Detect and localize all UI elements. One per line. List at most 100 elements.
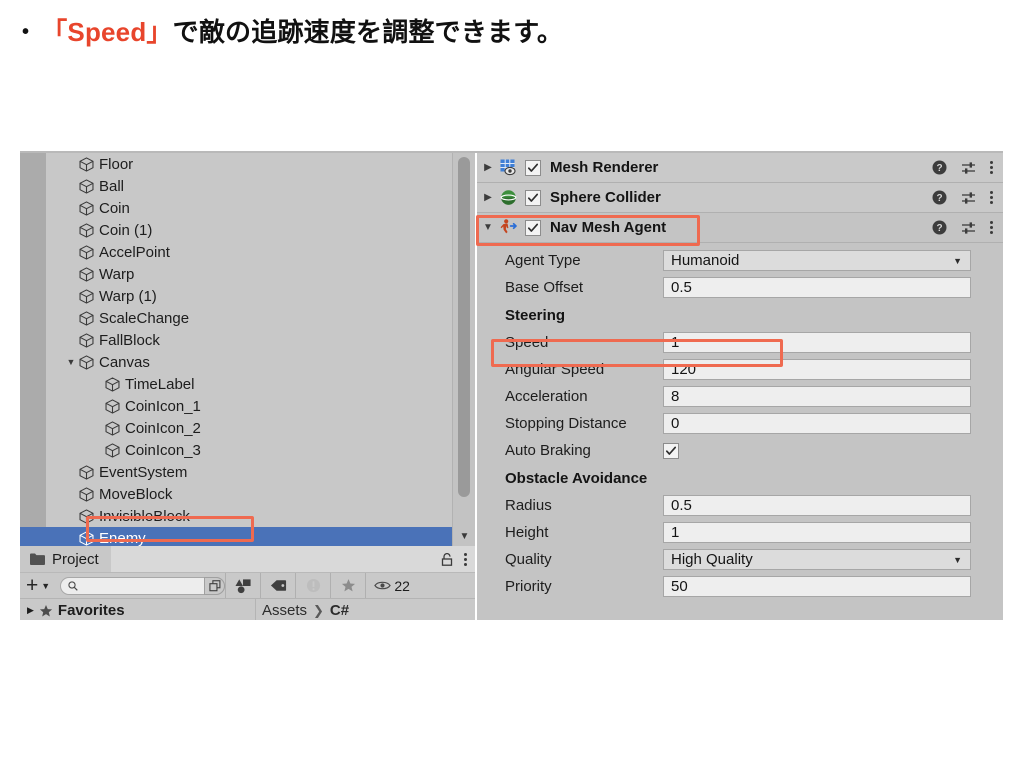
property-input[interactable]: 0 — [663, 413, 971, 434]
component-enabled-checkbox[interactable] — [525, 189, 541, 206]
cube-icon — [79, 464, 94, 480]
nav-mesh-agent-properties: Agent Type Humanoid ▼ Base Offset 0.5 Ste… — [477, 243, 1003, 600]
property-checkbox[interactable] — [663, 442, 679, 459]
chevron-down-icon[interactable]: ▼ — [64, 357, 78, 367]
property-label: Auto Braking — [505, 442, 591, 459]
hierarchy-item[interactable]: ScaleChange — [46, 307, 452, 329]
cube-icon — [79, 354, 94, 370]
hierarchy-item[interactable]: Warp — [46, 263, 452, 285]
visible-assets-count: 22 — [394, 577, 410, 594]
hierarchy-panel[interactable]: Floor Ball Coin Coin (1) AccelPoint Warp… — [20, 153, 475, 546]
component-enabled-checkbox[interactable] — [525, 219, 541, 236]
chevron-right-icon[interactable]: ▶ — [27, 605, 34, 616]
hierarchy-item[interactable]: CoinIcon_3 — [46, 439, 452, 461]
component-enabled-checkbox[interactable] — [525, 159, 541, 176]
property-dropdown[interactable]: Humanoid ▼ — [663, 250, 971, 271]
tab-project[interactable]: Project — [20, 546, 111, 572]
hierarchy-item-label: ScaleChange — [99, 309, 190, 327]
cube-icon — [79, 530, 94, 546]
component-menu-kebab-icon[interactable] — [990, 161, 993, 174]
eye-icon — [374, 581, 392, 590]
obstacle-avoidance-rows: Radius 0.5 Height 1 Quality High Quality ▼… — [477, 492, 1003, 600]
hierarchy-item[interactable]: EventSystem — [46, 461, 452, 483]
hierarchy-item[interactable]: Ball — [46, 175, 452, 197]
svg-text:?: ? — [936, 163, 942, 174]
component-title: Nav Mesh Agent — [550, 219, 667, 236]
nav-mesh-agent-basic-rows: Agent Type Humanoid ▼ Base Offset 0.5 — [477, 247, 1003, 301]
property-row-quality: Quality High Quality ▼ — [477, 546, 1003, 573]
hierarchy-item[interactable]: TimeLabel — [46, 373, 452, 395]
cube-icon — [79, 200, 94, 216]
component-header-mesh-renderer[interactable]: ▶ Mesh Renderer ? — [477, 153, 1003, 183]
hierarchy-item[interactable]: MoveBlock — [46, 483, 452, 505]
hierarchy-item[interactable]: CoinIcon_2 — [46, 417, 452, 439]
preset-sliders-icon[interactable] — [961, 191, 976, 205]
help-icon[interactable]: ? — [932, 190, 947, 205]
help-icon[interactable]: ? — [932, 160, 947, 175]
property-dropdown[interactable]: High Quality ▼ — [663, 549, 971, 570]
hierarchy-item[interactable]: Coin (1) — [46, 219, 452, 241]
favorites-filter-button[interactable] — [331, 573, 365, 599]
hierarchy-item[interactable]: FallBlock — [46, 329, 452, 351]
cube-icon — [79, 310, 94, 326]
visible-assets-counter[interactable]: 22 — [366, 573, 418, 599]
preset-sliders-icon[interactable] — [961, 161, 976, 175]
scroll-down-arrow-icon[interactable]: ▼ — [453, 526, 475, 546]
component-header-sphere-collider[interactable]: ▶ Sphere Collider ? — [477, 183, 1003, 213]
hierarchy-scrollbar[interactable]: ▼ — [452, 153, 475, 546]
property-input[interactable]: 50 — [663, 576, 971, 597]
property-input[interactable]: 120 — [663, 359, 971, 380]
chevron-right-icon[interactable]: ▶ — [477, 162, 499, 173]
property-input[interactable]: 1 — [663, 522, 971, 543]
hierarchy-item[interactable]: Warp (1) — [46, 285, 452, 307]
component-menu-kebab-icon[interactable] — [990, 221, 993, 234]
obstacle-avoidance-section-header: Obstacle Avoidance — [505, 469, 648, 487]
heading-accent-text: 「Speed」 — [41, 17, 173, 47]
star-icon — [341, 579, 355, 592]
preset-sliders-icon[interactable] — [961, 221, 976, 235]
warning-filter-button[interactable] — [296, 573, 330, 599]
hierarchy-item[interactable]: AccelPoint — [46, 241, 452, 263]
hierarchy-item-label: CoinIcon_2 — [125, 419, 201, 437]
project-item-favorites[interactable]: ▶ Favorites — [27, 602, 125, 619]
component-header-nav-mesh-agent[interactable]: ▼ Nav Mesh Agent ? — [477, 213, 1003, 243]
hierarchy-item[interactable]: InvisibleBlock — [46, 505, 452, 527]
hierarchy-item-label: CoinIcon_3 — [125, 441, 201, 459]
project-menu-kebab-icon[interactable] — [464, 552, 467, 566]
lock-icon[interactable] — [441, 552, 453, 566]
chevron-right-icon[interactable]: ▶ — [477, 192, 499, 203]
save-search-icon[interactable] — [204, 576, 226, 595]
checkmark-icon — [665, 446, 677, 455]
breadcrumb-item-assets[interactable]: Assets — [262, 602, 307, 619]
hierarchy-item-label: InvisibleBlock — [99, 507, 190, 525]
hierarchy-item-selected[interactable]: Enemy — [46, 527, 452, 546]
hierarchy-item[interactable]: Coin — [46, 197, 452, 219]
hierarchy-item[interactable]: ▼ Canvas — [46, 351, 452, 373]
property-input[interactable]: 8 — [663, 386, 971, 407]
property-value: Humanoid — [671, 252, 740, 269]
hierarchy-scrollbar-thumb[interactable] — [458, 157, 470, 497]
hierarchy-gutter — [20, 153, 46, 546]
checkmark-icon — [527, 163, 539, 172]
hierarchy-item-label: MoveBlock — [99, 485, 173, 503]
property-label: Quality — [505, 551, 552, 568]
component-menu-kebab-icon[interactable] — [990, 191, 993, 204]
save-search-glyph — [209, 579, 221, 591]
label-filter-button[interactable] — [261, 573, 295, 599]
property-input[interactable]: 0.5 — [663, 495, 971, 516]
hierarchy-item[interactable]: Floor — [46, 153, 452, 175]
chevron-down-icon[interactable]: ▼ — [477, 222, 499, 233]
hierarchy-list[interactable]: Floor Ball Coin Coin (1) AccelPoint Warp… — [46, 153, 452, 546]
asset-type-filter-button[interactable] — [226, 573, 260, 599]
property-input[interactable]: 1 — [663, 332, 971, 353]
cube-icon — [105, 398, 120, 414]
project-search-wrap[interactable] — [60, 576, 226, 595]
hierarchy-item[interactable]: CoinIcon_1 — [46, 395, 452, 417]
project-search-input[interactable] — [82, 578, 201, 593]
help-icon[interactable]: ? — [932, 220, 947, 235]
hierarchy-item-label: Canvas — [99, 353, 150, 371]
property-input[interactable]: 0.5 — [663, 277, 971, 298]
breadcrumb-item-csharp[interactable]: C# — [330, 602, 349, 619]
hierarchy-item-label: Warp (1) — [99, 287, 157, 305]
add-asset-button[interactable]: + ▼ — [26, 575, 50, 596]
